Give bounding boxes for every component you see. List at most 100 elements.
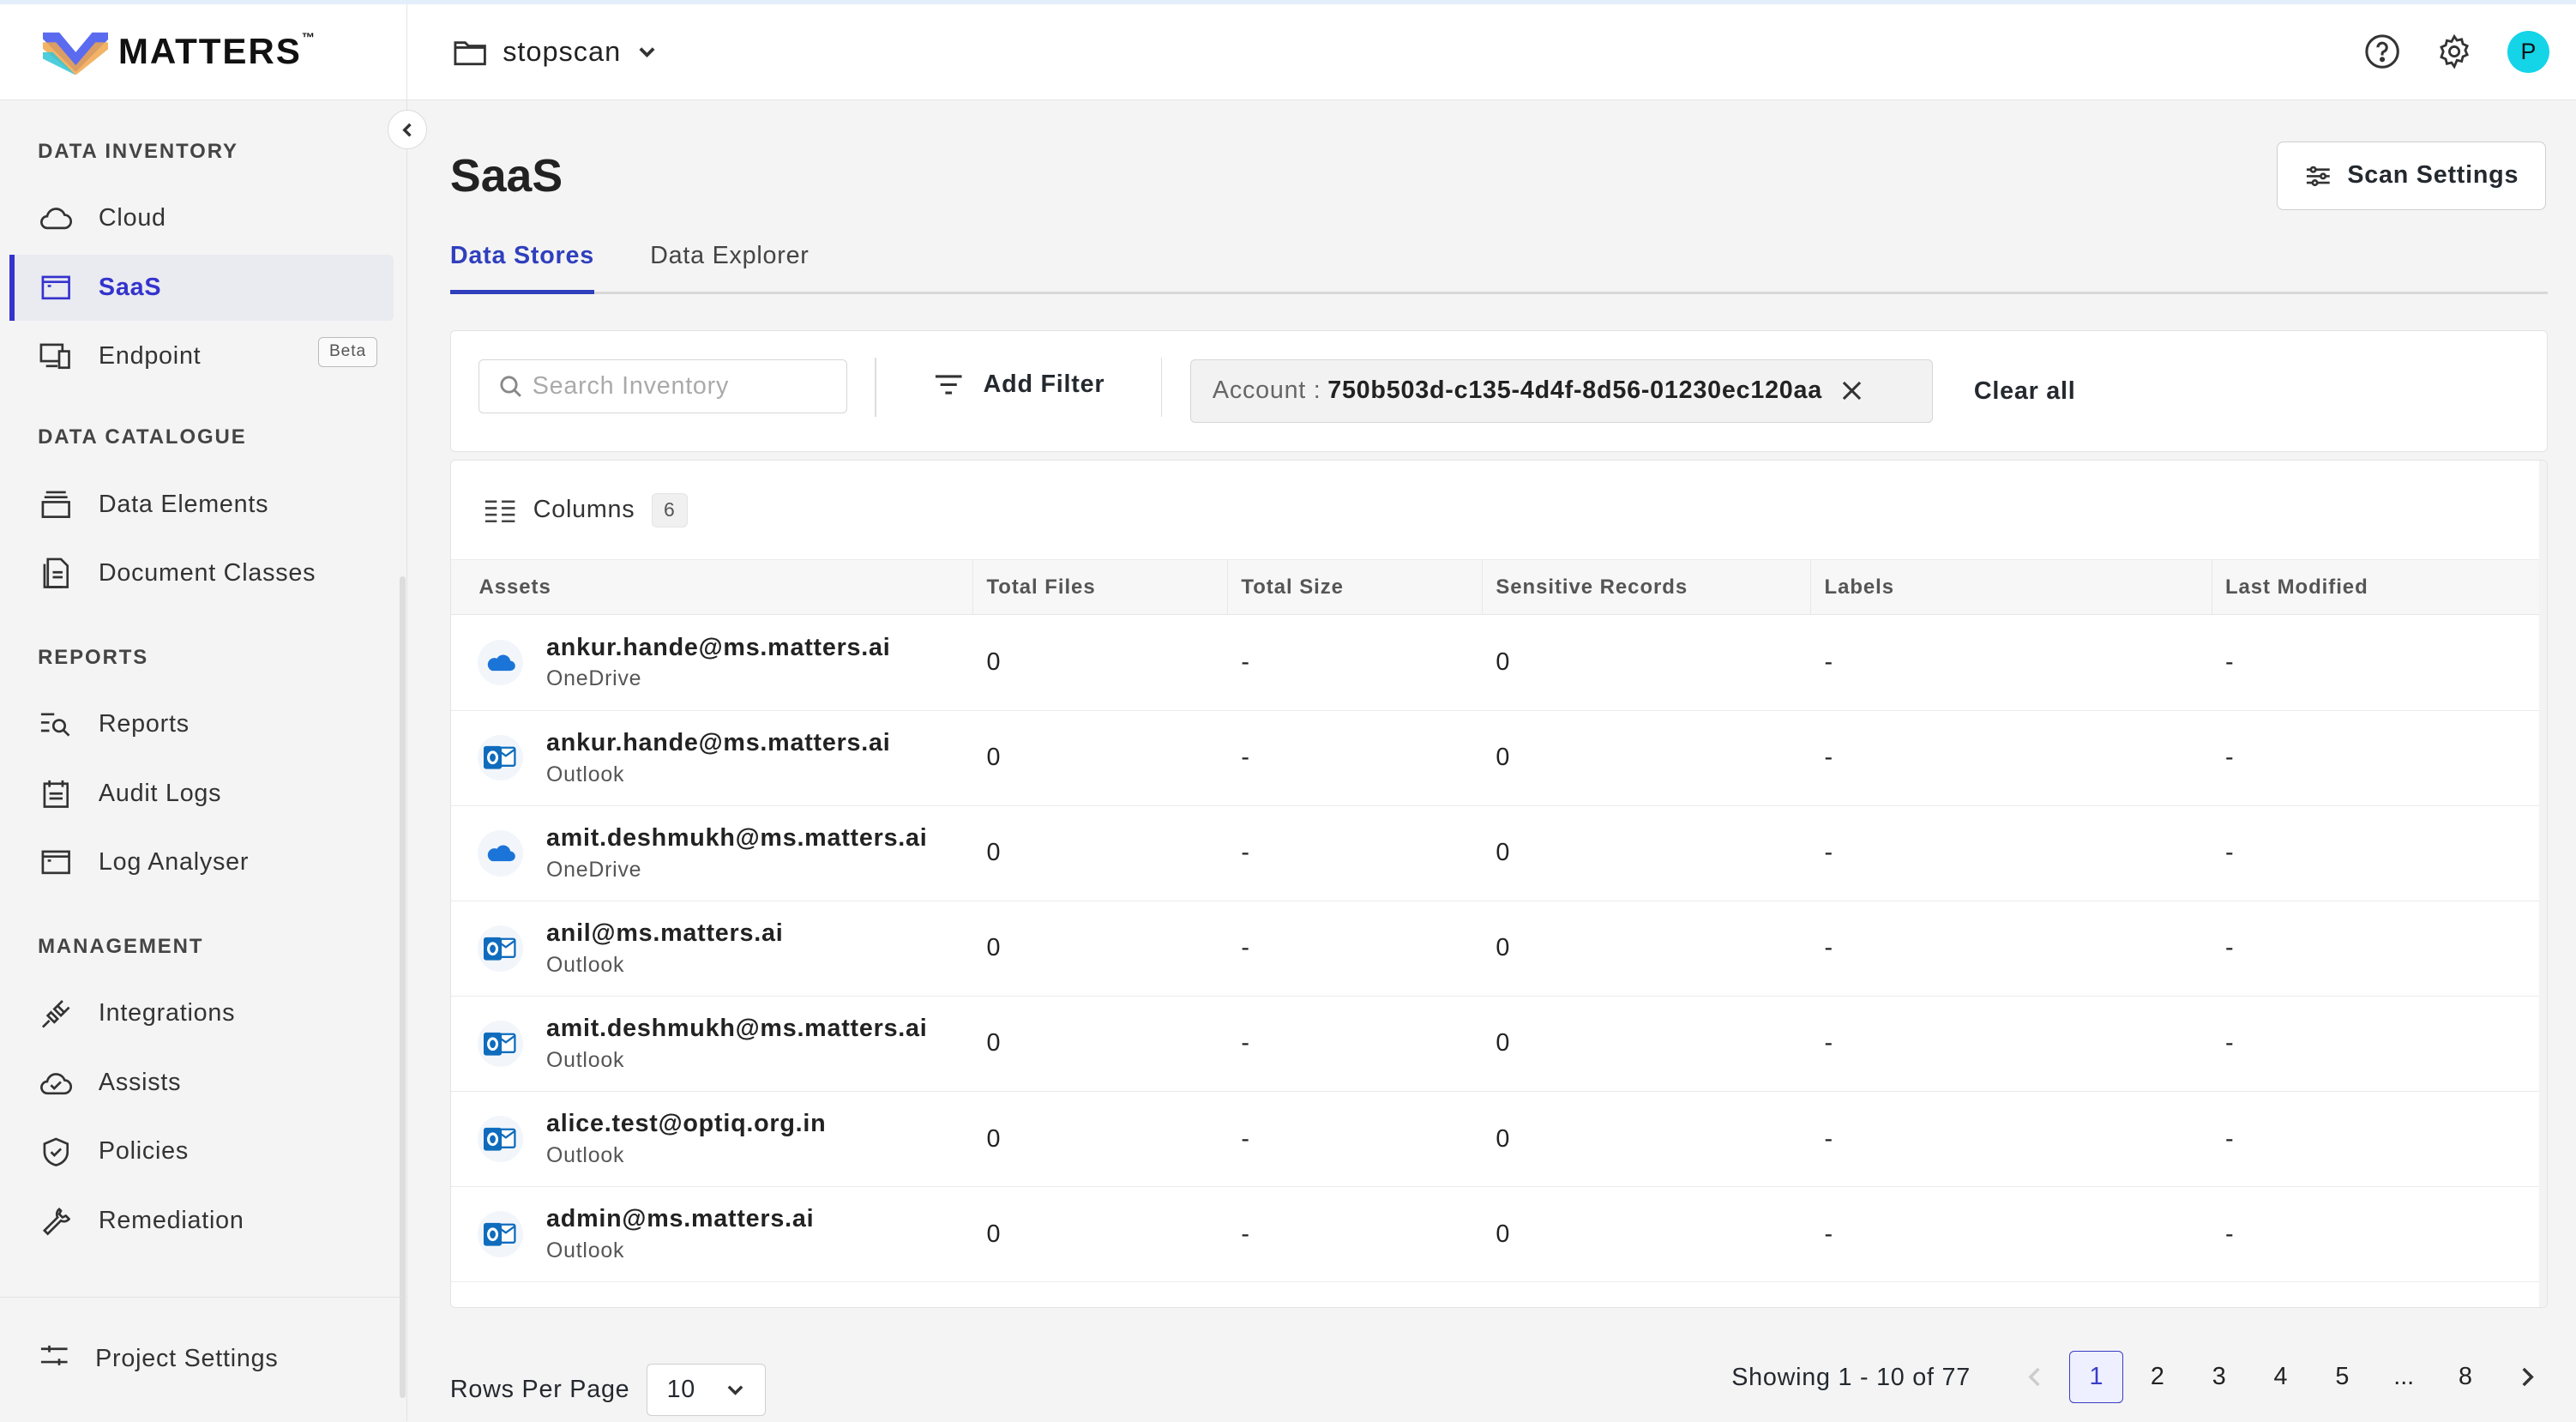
rows-per-page-label: Rows Per Page <box>449 1376 630 1404</box>
outlook-icon <box>477 925 524 972</box>
page-ellipsis: ... <box>2393 1362 2415 1390</box>
sidebar-item-endpoint[interactable]: Endpoint Beta <box>9 323 393 389</box>
column-header-last-modified[interactable]: Last Modified <box>2212 560 2541 614</box>
table-row[interactable]: admin@ms.matters.ai Outlook 0 - 0 - - <box>450 1187 2548 1283</box>
sensitive-records-cell: 0 <box>1496 1029 1510 1057</box>
onedrive-icon <box>477 639 524 686</box>
brand-logo[interactable]: MATTERS™ <box>42 4 408 99</box>
sidebar-item-label: Audit Logs <box>98 779 222 807</box>
asset-source: Outlook <box>546 762 625 786</box>
sidebar-item-project-settings[interactable]: Project Settings <box>0 1296 408 1422</box>
sidebar-scrollbar[interactable] <box>399 576 406 1399</box>
total-files-cell: 0 <box>986 1220 1001 1248</box>
next-page-button[interactable] <box>2496 1351 2558 1403</box>
close-icon[interactable] <box>1842 381 1862 401</box>
table-row[interactable]: alice.test@optiq.org.in Outlook 0 - 0 - … <box>450 1092 2548 1188</box>
collapse-sidebar-button[interactable] <box>388 110 428 150</box>
sidebar-item-cloud[interactable]: Cloud <box>9 185 393 251</box>
asset-name[interactable]: alice.test@optiq.org.in <box>546 1110 826 1138</box>
table-row[interactable]: amit.deshmukh@ms.matters.ai Outlook 0 - … <box>450 997 2548 1093</box>
last-modified-cell: - <box>2224 934 2234 962</box>
labels-cell: - <box>1824 1124 1833 1153</box>
asset-cell: ankur.hande@ms.matters.ai Outlook <box>451 729 973 787</box>
outlook-icon <box>477 1021 524 1067</box>
last-modified-cell: - <box>2224 648 2234 677</box>
column-header-sensitive-records[interactable]: Sensitive Records <box>1483 560 1812 615</box>
table-row[interactable]: ankur.hande@ms.matters.ai Outlook 0 - 0 … <box>450 711 2548 806</box>
sidebar-item-label: Reports <box>98 710 190 738</box>
page-button[interactable]: 3 <box>2188 1351 2250 1403</box>
page-button[interactable]: 2 <box>2127 1351 2188 1403</box>
page-button[interactable]: 5 <box>2311 1351 2373 1403</box>
outlook-icon <box>477 1116 524 1162</box>
total-size-cell: - <box>1241 839 1249 867</box>
asset-name[interactable]: ankur.hande@ms.matters.ai <box>546 634 891 662</box>
sidebar-item-label: Integrations <box>98 999 236 1027</box>
table-row[interactable]: anil@ms.matters.ai Outlook 0 - 0 - - <box>450 901 2548 997</box>
sidebar-item-remediation[interactable]: Remediation <box>9 1188 393 1254</box>
columns-toggle[interactable]: Columns 6 <box>451 461 2547 559</box>
sidebar-item-saas[interactable]: SaaS <box>9 254 394 321</box>
asset-cell: amit.deshmukh@ms.matters.ai OneDrive <box>451 824 973 883</box>
help-icon[interactable] <box>2362 33 2402 72</box>
column-header-assets[interactable]: Assets <box>451 560 974 615</box>
gear-icon[interactable] <box>2435 33 2474 72</box>
search-input[interactable]: Search Inventory <box>478 359 847 413</box>
scan-settings-button[interactable]: Scan Settings <box>2277 141 2547 211</box>
page-title: SaaS <box>449 150 563 202</box>
columns-label: Columns <box>533 496 635 524</box>
total-files-cell: 0 <box>986 744 1001 772</box>
avatar[interactable]: P <box>2507 30 2550 74</box>
outlook-icon <box>477 1211 524 1257</box>
table-row[interactable]: ankur.hande@ms.matters.ai OneDrive 0 - 0… <box>450 615 2548 711</box>
last-modified-cell: - <box>2224 744 2234 772</box>
sensitive-records-cell: 0 <box>1496 648 1510 677</box>
sidebar-item-document-classes[interactable]: Document Classes <box>9 540 393 606</box>
page-button[interactable]: 8 <box>2435 1351 2496 1403</box>
sidebar-item-assists[interactable]: Assists <box>9 1050 393 1116</box>
asset-name[interactable]: amit.deshmukh@ms.matters.ai <box>546 1015 928 1043</box>
sidebar-item-log-analyser[interactable]: Log Analyser <box>9 829 393 895</box>
asset-name[interactable]: ankur.hande@ms.matters.ai <box>546 729 891 757</box>
sidebar-item-integrations[interactable]: Integrations <box>9 981 393 1047</box>
window-icon <box>39 271 72 304</box>
sidebar-item-policies[interactable]: Policies <box>9 1119 393 1185</box>
asset-cell: alice.test@optiq.org.in Outlook <box>451 1110 973 1168</box>
column-header-total-size[interactable]: Total Size <box>1228 560 1484 615</box>
table-row[interactable]: amit.deshmukh@ms.matters.ai OneDrive 0 -… <box>450 806 2548 901</box>
table-header: Assets Total Files Total Size Sensitive … <box>450 559 2548 616</box>
asset-name[interactable]: admin@ms.matters.ai <box>546 1205 814 1233</box>
asset-name[interactable]: amit.deshmukh@ms.matters.ai <box>546 824 928 853</box>
matters-logo-icon <box>42 32 109 75</box>
sidebar-item-reports[interactable]: Reports <box>9 691 393 757</box>
tab-data-stores[interactable]: Data Stores <box>449 225 594 294</box>
asset-name[interactable]: anil@ms.matters.ai <box>546 919 783 948</box>
asset-source: Outlook <box>546 1047 625 1072</box>
page-button[interactable]: 1 <box>2068 1350 2124 1404</box>
beta-badge: Beta <box>318 336 377 368</box>
search-placeholder: Search Inventory <box>532 371 730 400</box>
project-switcher[interactable]: stopscan <box>454 36 658 68</box>
add-filter-label: Add Filter <box>983 371 1105 399</box>
add-filter-button[interactable]: Add Filter <box>934 371 1104 399</box>
page-button[interactable]: 4 <box>2250 1351 2312 1403</box>
report-search-icon <box>39 708 72 741</box>
last-modified-cell: - <box>2224 839 2234 867</box>
labels-cell: - <box>1824 744 1833 772</box>
table-scrollbar[interactable] <box>2538 461 2548 1307</box>
tab-data-explorer[interactable]: Data Explorer <box>650 225 810 293</box>
column-header-labels[interactable]: Labels <box>1811 560 2212 615</box>
sidebar-item-audit-logs[interactable]: Audit Logs <box>9 761 393 827</box>
brand-name: MATTERS™ <box>117 31 317 72</box>
sidebar-item-data-elements[interactable]: Data Elements <box>9 472 393 538</box>
rows-per-page-value: 10 <box>666 1376 696 1404</box>
chevron-down-icon <box>639 47 655 57</box>
prev-page-button[interactable] <box>2004 1351 2066 1403</box>
total-size-cell: - <box>1241 1220 1249 1248</box>
clear-all-button[interactable]: Clear all <box>1974 377 2076 406</box>
asset-cell: amit.deshmukh@ms.matters.ai Outlook <box>451 1015 973 1073</box>
column-header-total-files[interactable]: Total Files <box>973 560 1229 615</box>
rows-per-page-select[interactable]: 10 <box>646 1364 767 1417</box>
labels-cell: - <box>1824 934 1833 962</box>
check-cloud-icon <box>39 1066 72 1099</box>
